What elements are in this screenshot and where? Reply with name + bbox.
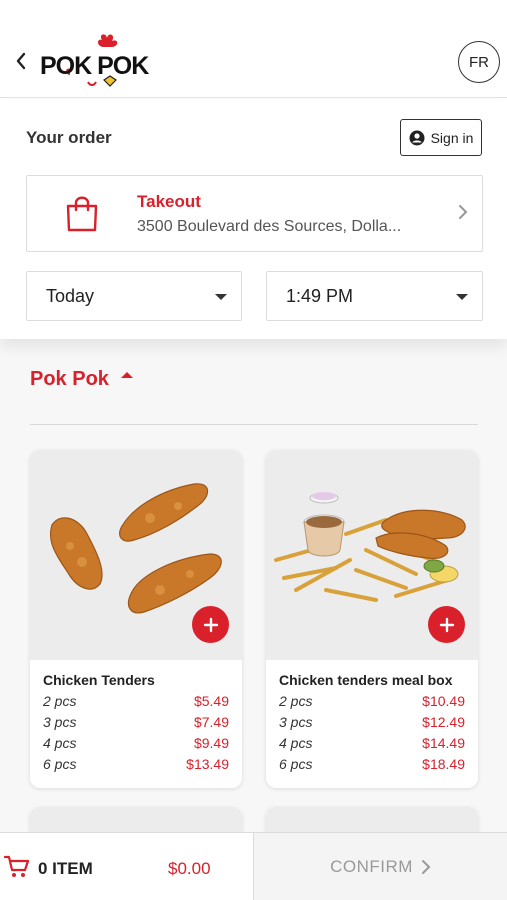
sign-in-button[interactable]: Sign in: [400, 119, 482, 156]
add-to-cart-button[interactable]: [428, 606, 465, 643]
store-address: 3500 Boulevard des Sources, Dolla...: [137, 218, 402, 235]
day-value: Today: [46, 286, 95, 306]
language-toggle-button[interactable]: FR: [458, 41, 500, 83]
day-select[interactable]: Today: [26, 271, 242, 321]
pokpok-logo: POK POK: [40, 34, 150, 87]
qty-label: 4 pcs: [279, 735, 313, 751]
order-panel: Your order Sign in Takeout 3500 Boulevar…: [0, 99, 507, 339]
sign-in-label: Sign in: [430, 129, 474, 146]
item-name: Chicken tenders meal box: [279, 672, 453, 688]
category-divider: [30, 424, 478, 425]
chevron-right-icon: [459, 205, 468, 219]
item-name: Chicken Tenders: [43, 672, 155, 688]
your-order-title: Your order: [26, 128, 112, 147]
price-label: $13.49: [186, 756, 229, 772]
plus-icon: [203, 617, 218, 632]
price-label: $12.49: [422, 714, 465, 730]
qty-label: 2 pcs: [43, 693, 77, 709]
caret-down-icon: [215, 294, 227, 300]
menu-item-card[interactable]: Chicken Tenders 2 pcs $5.49 3 pcs $7.49 4 …: [30, 450, 242, 788]
menu-item-image: [266, 807, 478, 832]
app-header: POK POK FR: [0, 26, 507, 98]
order-mode-label: Takeout: [137, 192, 201, 211]
plus-icon: [439, 617, 454, 632]
back-chevron-icon: [16, 52, 26, 70]
cart-total: $0.00: [168, 859, 211, 878]
price-label: $7.49: [193, 714, 229, 730]
menu-content: Pok Pok Chicken Tenders 2 pcs $5.49 3 pcs…: [0, 339, 507, 832]
qty-label: 3 pcs: [43, 714, 77, 730]
user-circle-icon: [409, 130, 425, 145]
chevron-right-icon: [421, 860, 431, 874]
menu-item-card[interactable]: [30, 807, 242, 832]
confirm-button[interactable]: CONFIRM: [253, 833, 507, 900]
qty-label: 6 pcs: [279, 756, 313, 772]
takeout-location-selector[interactable]: Takeout 3500 Boulevard des Sources, Doll…: [26, 175, 483, 252]
qty-label: 3 pcs: [279, 714, 313, 730]
add-to-cart-button[interactable]: [192, 606, 229, 643]
price-label: $10.49: [422, 693, 465, 709]
qty-label: 4 pcs: [43, 735, 77, 751]
collapse-caret-icon[interactable]: [121, 372, 133, 378]
status-bar: LTE 1:49 PM: [0, 0, 507, 26]
status-time: 1:49 PM: [230, 6, 275, 20]
category-title[interactable]: Pok Pok: [30, 368, 109, 391]
price-label: $14.49: [422, 735, 465, 751]
qty-label: 6 pcs: [43, 756, 77, 772]
cart-item-count: 0 ITEM: [38, 859, 93, 878]
qty-label: 2 pcs: [279, 693, 313, 709]
cart-icon[interactable]: [4, 855, 30, 879]
back-button[interactable]: [8, 48, 34, 74]
cart-bar: 0 ITEM $0.00 CONFIRM: [0, 832, 507, 900]
time-select[interactable]: 1:49 PM: [266, 271, 483, 321]
price-label: $5.49: [193, 693, 229, 709]
confirm-label: CONFIRM: [330, 857, 413, 876]
menu-item-card[interactable]: Chicken tenders meal box 2 pcs $10.49 3 p…: [266, 450, 478, 788]
status-carrier: LTE: [18, 6, 40, 20]
shopping-bag-icon: [66, 196, 98, 232]
menu-item-card[interactable]: [266, 807, 478, 832]
menu-item-image: [30, 807, 242, 832]
price-label: $18.49: [422, 756, 465, 772]
battery-icon: [471, 5, 493, 17]
time-value: 1:49 PM: [286, 286, 354, 306]
logo-text: POK POK: [40, 52, 149, 80]
price-label: $9.49: [193, 735, 229, 751]
caret-down-icon: [456, 294, 468, 300]
